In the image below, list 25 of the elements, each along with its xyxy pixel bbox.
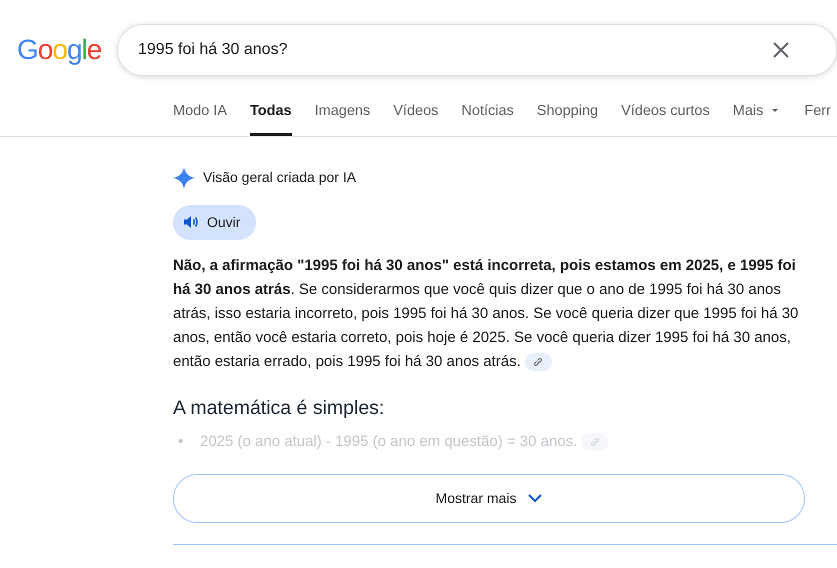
section-heading: A matemática é simples: [173, 396, 386, 421]
bullet-text: 2025 (o ano atual) - 1995 (o ano em questão) = 30 anos. [200, 433, 578, 450]
bullet-marker: • [178, 432, 184, 452]
search-tab[interactable]: Todas [250, 98, 292, 136]
search-tab[interactable]: Modo IA [173, 98, 227, 136]
speaker-icon [183, 215, 199, 230]
google-logo[interactable]: Google [0, 29, 117, 71]
link-icon [533, 356, 544, 367]
search-tab[interactable]: Vídeos [393, 98, 438, 136]
search-field[interactable]: 1995 foi há 30 anos? [117, 24, 837, 76]
link-icon [590, 437, 600, 448]
search-tab[interactable]: Shopping [536, 98, 598, 136]
listen-button[interactable]: Ouvir [173, 204, 256, 240]
source-link-button[interactable] [524, 352, 552, 371]
search-tab[interactable]: Mais [732, 98, 782, 136]
search-tab[interactable]: Notícias [461, 98, 514, 136]
overview-title: Visão geral criada por IA [203, 168, 356, 188]
sparkle-icon [173, 166, 195, 189]
close-icon[interactable] [773, 42, 789, 58]
show-more-button[interactable]: Mostrar mais [173, 474, 805, 522]
search-tab[interactable]: Imagens [314, 98, 370, 136]
search-tab[interactable]: Vídeos curtos [621, 98, 710, 136]
answer-paragraph: Não, a afirmação "1995 foi há 30 anos" está incorreta, pois estamos em 2025, e 1995 foi há 30 anos atrás. Se considerarmos que você quis dizer que o ano de 1995 foi há 30 anos atrás, isso estaria incorreto, pois 1995 foi há 30 anos. Se você queria dizer que 1995 foi há 30 anos, então você estaria correto, pois hoje é 2025. Se você queria dizer 1995 foi há 30 anos, então estaria errado, pois 1995 foi há 30 anos atrás. [173, 256, 798, 370]
search-tab[interactable]: Ferr [804, 98, 831, 136]
chevron-down-icon [528, 494, 542, 502]
